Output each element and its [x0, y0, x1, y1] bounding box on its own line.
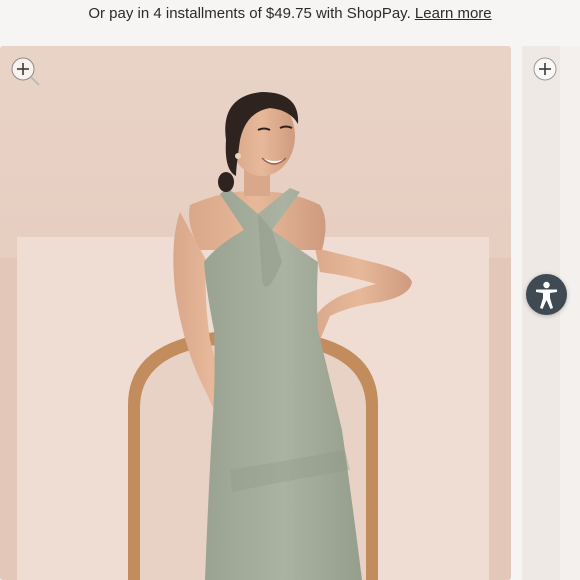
- product-image-main[interactable]: [0, 46, 511, 580]
- installments-text: Or pay in 4 installments of $49.75 with …: [88, 5, 411, 22]
- plus-icon[interactable]: [532, 56, 562, 86]
- product-photo: [0, 46, 511, 580]
- accessibility-icon[interactable]: [526, 274, 567, 315]
- zoom-in-icon[interactable]: [10, 56, 40, 86]
- installments-notice: Or pay in 4 installments of $49.75 with …: [0, 0, 580, 28]
- learn-more-link[interactable]: Learn more: [415, 5, 492, 22]
